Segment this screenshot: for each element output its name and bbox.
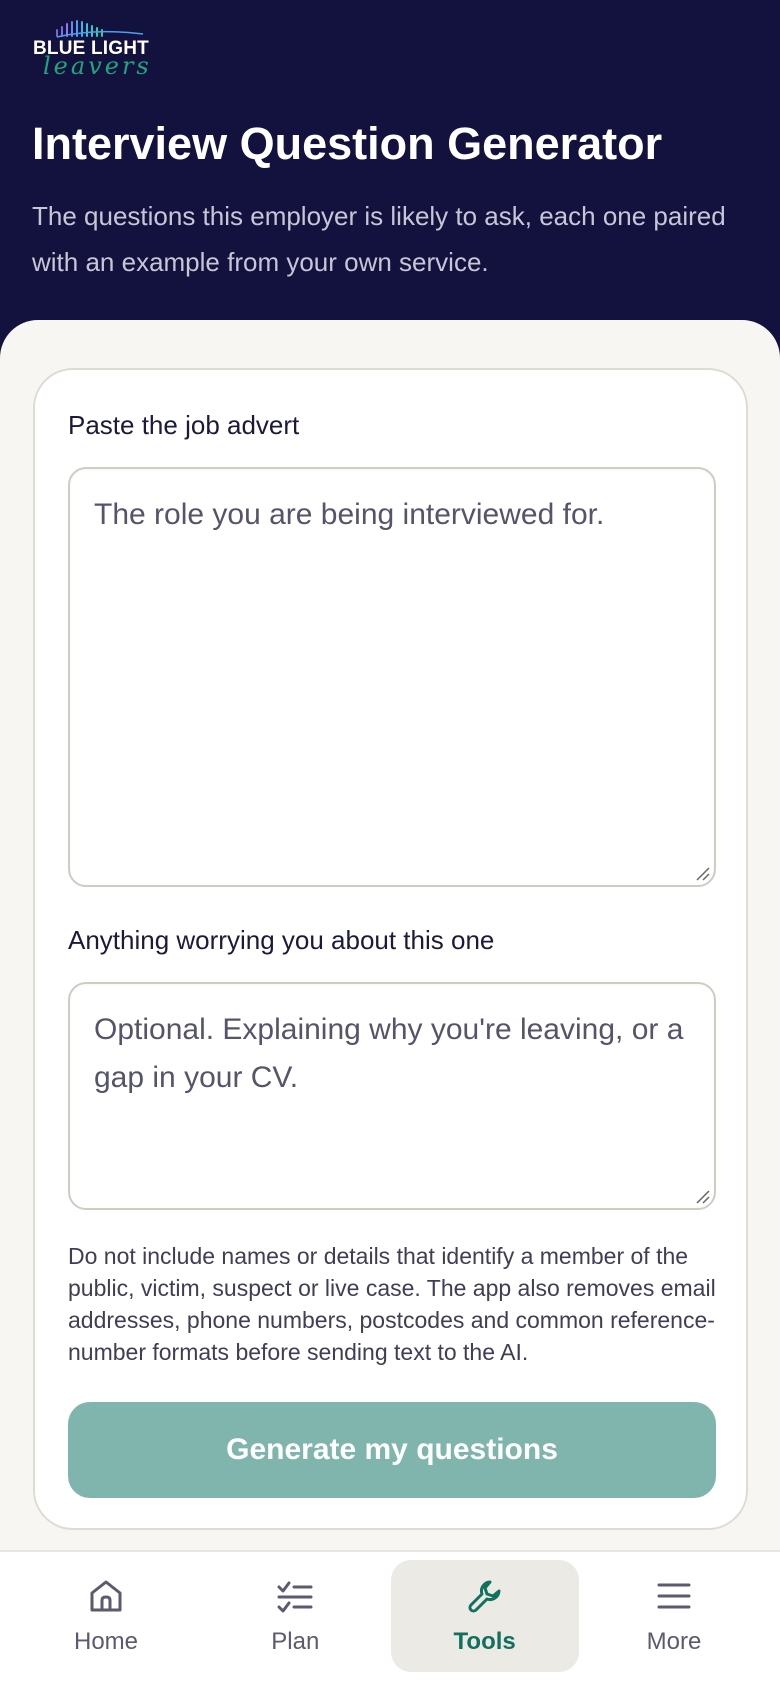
- nav-item-more[interactable]: More: [580, 1560, 768, 1672]
- page-subtitle: The questions this employer is likely to…: [32, 201, 726, 277]
- logo-light-bars-icon: [56, 20, 144, 38]
- worries-textarea[interactable]: Optional. Explaining why you're leaving,…: [68, 982, 716, 1210]
- job-advert-textarea[interactable]: The role you are being interviewed for.: [68, 467, 716, 887]
- resize-grip-icon[interactable]: [694, 1188, 710, 1204]
- resize-grip-icon[interactable]: [694, 865, 710, 881]
- worries-label: Anything worrying you about this one: [68, 925, 495, 955]
- generator-form-card: Paste the job advert The role you are be…: [33, 368, 748, 1530]
- generate-questions-button[interactable]: Generate my questions: [68, 1402, 716, 1498]
- nav-label-tools: Tools: [453, 1628, 516, 1655]
- page-title: Interview Question Generator: [32, 118, 663, 169]
- worries-placeholder: Optional. Explaining why you're leaving,…: [94, 1013, 684, 1094]
- job-advert-placeholder: The role you are being interviewed for.: [94, 498, 605, 531]
- nav-label-home: Home: [73, 1628, 139, 1655]
- nav-item-plan[interactable]: Plan: [201, 1560, 389, 1672]
- privacy-notice: Do not include names or details that ide…: [68, 1243, 716, 1365]
- blue-light-leavers-logo[interactable]: BLUE LIGHT leavers: [33, 18, 153, 80]
- nav-label-more: More: [646, 1628, 702, 1655]
- menu-icon: [657, 1583, 691, 1609]
- home-icon: [90, 1580, 122, 1612]
- wrench-icon: [468, 1580, 501, 1613]
- nav-item-home[interactable]: Home: [12, 1560, 200, 1672]
- nav-item-tools[interactable]: Tools: [390, 1560, 579, 1672]
- header-banner: BLUE LIGHT leavers Interview Question Ge…: [0, 0, 780, 360]
- job-advert-label: Paste the job advert: [68, 410, 300, 440]
- nav-label-plan: Plan: [271, 1628, 320, 1655]
- bottom-navigation: Home Plan Tools More: [0, 1550, 780, 1688]
- checklist-icon: [277, 1581, 313, 1613]
- logo-script: leavers: [43, 52, 152, 80]
